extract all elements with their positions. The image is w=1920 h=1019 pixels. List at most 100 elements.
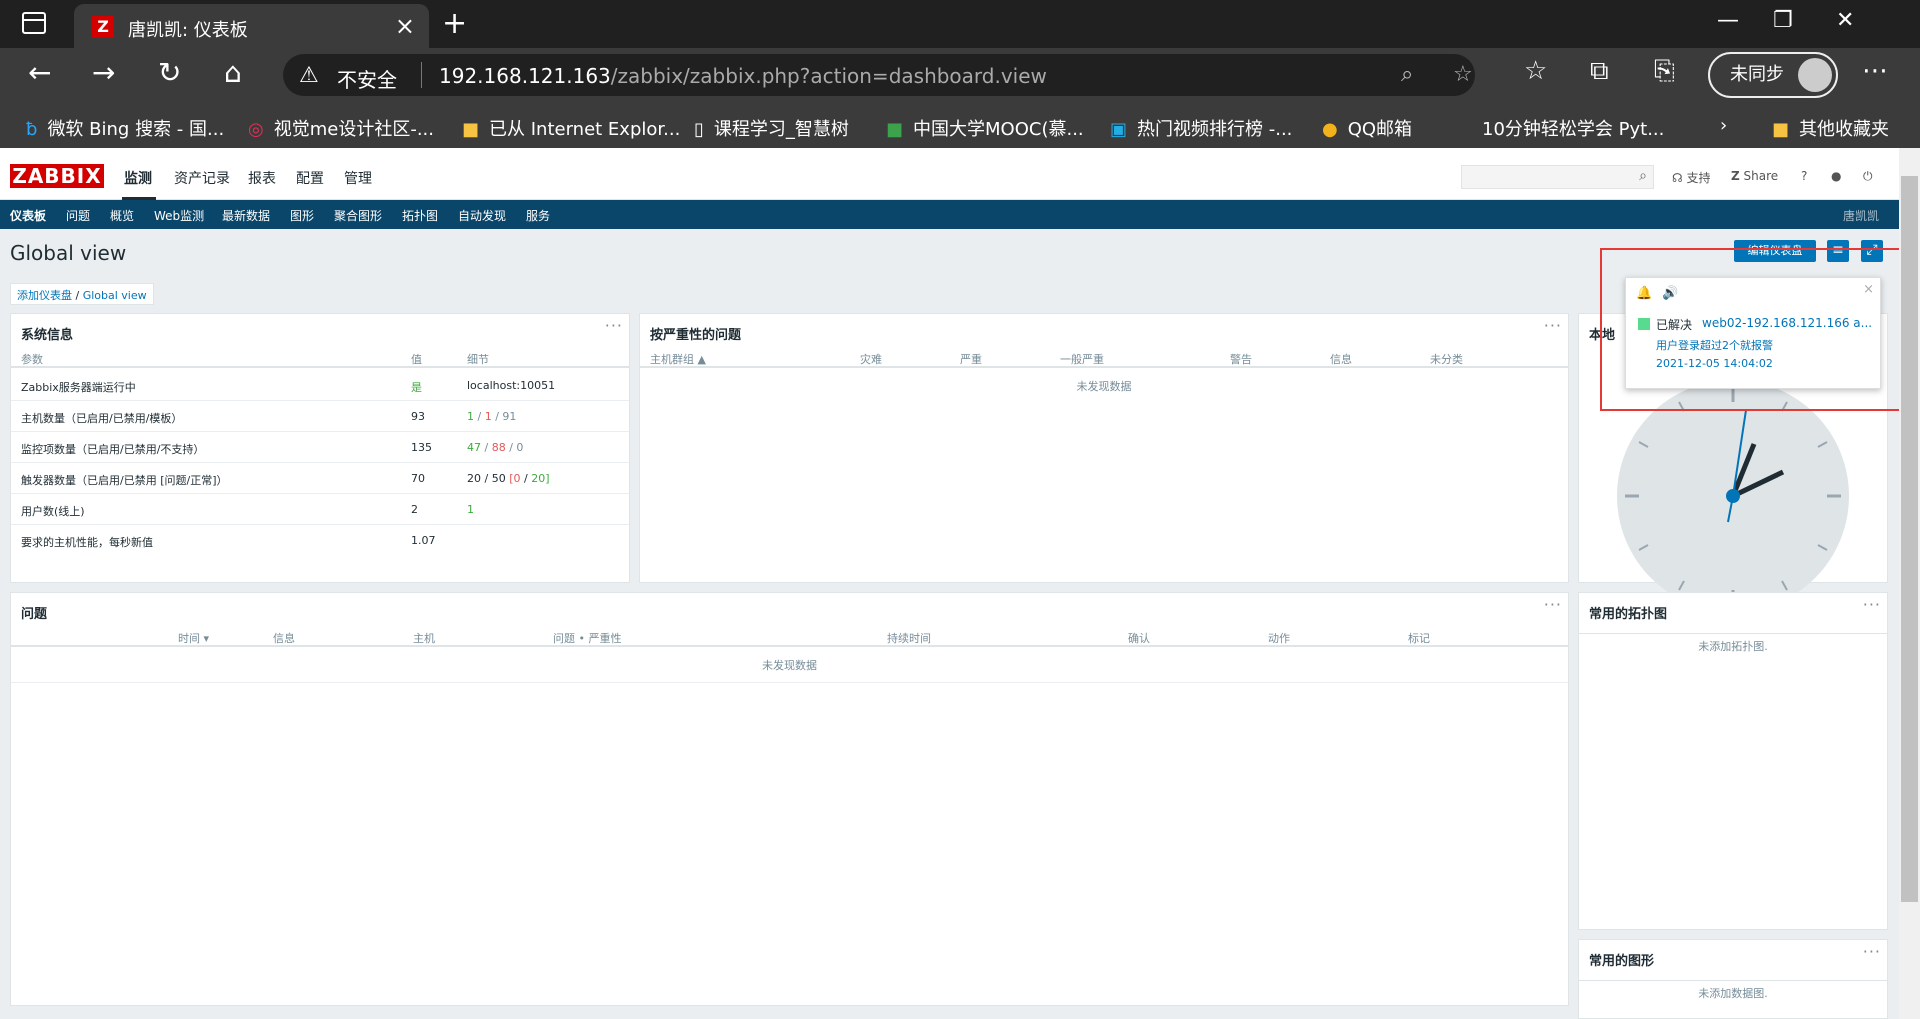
zabbix-favicon-icon: Z [92,16,114,38]
menu-reports[interactable]: 报表 [248,168,276,188]
refresh-icon[interactable]: ↻ [158,56,181,89]
widget-title: 按严重性的问题 [650,328,742,343]
page-scrollbar[interactable] [1899,148,1920,1019]
headset-icon: ☊ [1672,171,1683,185]
browser-window: Z 唐凯凯: 仪表板 × + — ❐ ✕ ← → ↻ ⌂ ⚠ 不安全 192.1… [0,0,1920,1019]
scrollbar-thumb[interactable] [1901,176,1918,902]
menu-monitoring[interactable]: 监测 [124,168,152,188]
not-secure-label[interactable]: 不安全 [337,64,397,93]
bookmark-mooc[interactable]: ■ 中国大学MOOC(慕... [886,115,1084,141]
col-tags: 标记 [1408,632,1430,645]
bookmark-zhihuishu[interactable]: ▯ 课程学习_智慧树 [694,115,849,141]
widget-menu-icon[interactable]: ··· [1544,316,1562,335]
help-link[interactable]: ? [1801,169,1807,183]
more-menu-icon[interactable]: ⋯ [1862,56,1888,86]
widget-title: 系统信息 [21,328,74,343]
home-icon[interactable]: ⌂ [224,56,242,89]
submenu-maps[interactable]: 拓扑图 [402,207,438,224]
table-row: 主机数量（已启用/已禁用/模板） 93 1 / 1 / 91 [11,401,629,432]
widget-system-info: 系统信息 ··· 参数 值 细节 Zabbix服务器端运行中 是 localho… [10,313,630,583]
tab-close-icon[interactable]: × [395,12,415,40]
widget-title: 常用的图形 [1589,954,1655,969]
back-icon[interactable]: ← [28,56,51,89]
widget-menu-icon[interactable]: ··· [605,316,623,335]
close-window-icon[interactable]: ✕ [1836,8,1854,33]
menu-administration[interactable]: 管理 [344,168,372,188]
tv-icon: ▣ [1110,119,1128,140]
browser-tab[interactable]: Z 唐凯凯: 仪表板 × [74,4,429,48]
widget-title: 问题 [21,607,48,622]
search-input[interactable]: ⌕ [1461,165,1654,189]
submenu-dashboard[interactable]: 仪表板 [10,207,46,224]
highlight-box [1600,248,1909,411]
col-actions: 动作 [1268,632,1290,645]
bookmark-other[interactable]: ■ 其他收藏夹 [1772,115,1889,141]
no-data-message: 未发现数据 [1076,380,1132,393]
col-info: 信息 [273,632,295,645]
zabbix-logo[interactable]: ZABBIX [10,164,104,188]
col-time[interactable]: 时间 ▾ [178,630,209,646]
share-link[interactable]: Z Share [1731,169,1778,183]
bookmark-shijue[interactable]: ◎ 视觉me设计社区-... [248,115,434,141]
clock-hands-icon [1625,388,1841,604]
submenu-discovery[interactable]: 自动发现 [458,207,506,224]
address-bar[interactable]: ⚠ 不安全 192.168.121.163/zabbix/zabbix.php?… [283,54,1475,96]
submenu-overview[interactable]: 概览 [110,207,134,224]
profile-sync-button[interactable]: 未同步 [1708,52,1838,98]
minimize-icon[interactable]: — [1717,8,1739,33]
bing-icon: ƀ [26,119,38,140]
favorites-icon[interactable]: ☆ [1524,56,1547,86]
col-warning: 警告 [1230,353,1252,366]
url-text[interactable]: 192.168.121.163/zabbix/zabbix.php?action… [439,64,1047,88]
breadcrumb-dashboards[interactable]: 添加仪表盘 [17,289,72,302]
widget-title: 常用的拓扑图 [1589,607,1668,622]
url-separator [421,62,422,88]
widget-menu-icon[interactable]: ··· [1544,595,1562,614]
widget-menu-icon[interactable]: ··· [1863,595,1881,614]
bookmark-python[interactable]: 10分钟轻松学会 Pyt... [1482,115,1664,141]
forward-icon[interactable]: → [92,56,115,89]
collections-icon[interactable]: ⧉ [1590,56,1609,87]
bookmarks-bar: ƀ 微软 Bing 搜索 - 国... ◎ 视觉me设计社区-... ■ 已从 Int… [0,104,1920,148]
tab-title: 唐凯凯: 仪表板 [128,20,248,41]
submenu-services[interactable]: 服务 [526,207,550,224]
no-data-message: 未添加拓扑图. [1579,633,1887,654]
bookmarks-overflow-icon[interactable]: › [1720,115,1727,136]
zabbix-header: ZABBIX 监测 资产记录 报表 配置 管理 ⌕ ☊ 支持 Z Share ?… [0,148,1899,200]
col-not-classified: 未分类 [1430,353,1463,366]
widget-menu-icon[interactable]: ··· [1863,942,1881,961]
share-icon: Z [1731,169,1740,183]
submenu-latest-data[interactable]: 最新数据 [222,207,270,224]
screenshot-icon[interactable]: ⎘ [1654,56,1675,87]
col-duration: 持续时间 [887,632,931,645]
clock-face [1617,380,1849,612]
submenu-web[interactable]: Web监测 [154,207,204,224]
tab-actions-icon[interactable] [22,12,46,34]
menu-inventory[interactable]: 资产记录 [174,168,230,188]
bookmark-qqmail[interactable]: ● QQ邮箱 [1322,115,1412,141]
warning-icon[interactable]: ⚠ [299,63,319,88]
col-param: 参数 [21,353,43,366]
support-link[interactable]: ☊ 支持 [1672,169,1711,186]
breadcrumb-current[interactable]: Global view [83,289,147,302]
submenu-screens[interactable]: 聚合图形 [334,207,382,224]
bookmark-bing[interactable]: ƀ 微软 Bing 搜索 - 国... [26,115,224,141]
user-profile-icon[interactable]: ● [1831,169,1841,183]
add-favorite-icon[interactable]: ☆ [1453,62,1473,87]
menu-configuration[interactable]: 配置 [296,168,324,188]
logout-icon[interactable]: ⏻ [1863,169,1873,184]
col-average: 一般严重 [1060,353,1104,366]
col-host: 主机 [413,632,435,645]
zoom-icon[interactable]: ⌕ [1401,62,1413,87]
bookmark-bilibili[interactable]: ▣ 热门视频排行榜 -... [1110,115,1292,141]
submenu-graphs[interactable]: 图形 [290,207,314,224]
restore-icon[interactable]: ❐ [1773,8,1793,33]
col-host-group[interactable]: 主机群组 ▲ [650,351,706,367]
qq-icon: ● [1322,119,1338,140]
new-tab-icon[interactable]: + [442,6,467,41]
table-header: 主机群组 ▲ 灾难 严重 一般严重 警告 信息 未分类 [640,348,1568,368]
submenu-problems[interactable]: 问题 [66,207,90,224]
bookmark-ie-import[interactable]: ■ 已从 Internet Explor... [462,115,680,141]
page-icon: ▯ [694,119,704,140]
search-icon[interactable]: ⌕ [1639,168,1647,184]
